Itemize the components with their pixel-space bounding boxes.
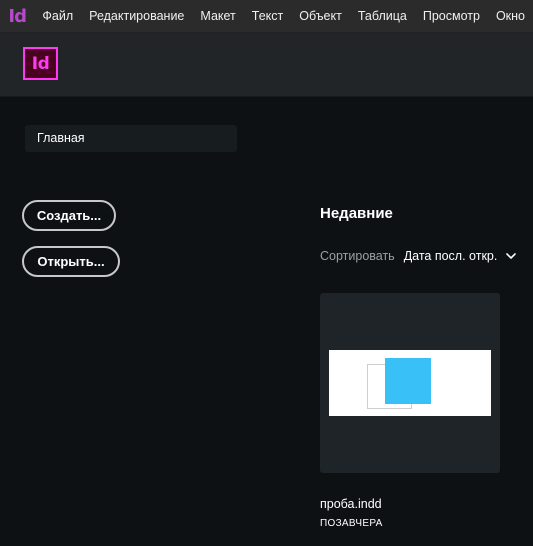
app-mini-logo-icon[interactable]: Id [0,0,34,33]
sort-control[interactable]: Сортировать Дата посл. откр. [320,249,517,263]
menu-object[interactable]: Объект [291,0,350,33]
menu-layout[interactable]: Макет [192,0,243,33]
recent-file-name[interactable]: проба.indd [320,497,382,511]
recent-panel: Недавние Сортировать Дата посл. откр. пр… [300,97,533,546]
menu-window[interactable]: Окно [488,0,533,33]
menu-view[interactable]: Просмотр [415,0,488,33]
file-thumbnail[interactable] [329,350,491,416]
open-button[interactable]: Открыть... [22,246,120,277]
recent-title: Недавние [320,205,393,222]
sort-label: Сортировать [320,249,395,263]
menu-file[interactable]: Файл [34,0,81,33]
recent-file-card[interactable] [320,293,500,473]
sidebar-item-home[interactable]: Главная [25,125,237,152]
menu-type[interactable]: Текст [244,0,291,33]
create-button[interactable]: Создать... [22,200,116,231]
thumbnail-blue-square [385,358,431,404]
chevron-down-icon[interactable] [505,250,517,262]
menu-edit[interactable]: Редактирование [81,0,192,33]
home-sidebar: Главная Создать... Открыть... [0,97,300,546]
recent-file-date: ПОЗАВЧЕРА [320,518,383,529]
sort-value[interactable]: Дата посл. откр. [404,249,498,263]
menu-table[interactable]: Таблица [350,0,415,33]
indesign-logo-icon: Id [23,47,58,80]
app-header: Id [0,33,533,97]
menu-bar: Id Файл Редактирование Макет Текст Объек… [0,0,533,33]
